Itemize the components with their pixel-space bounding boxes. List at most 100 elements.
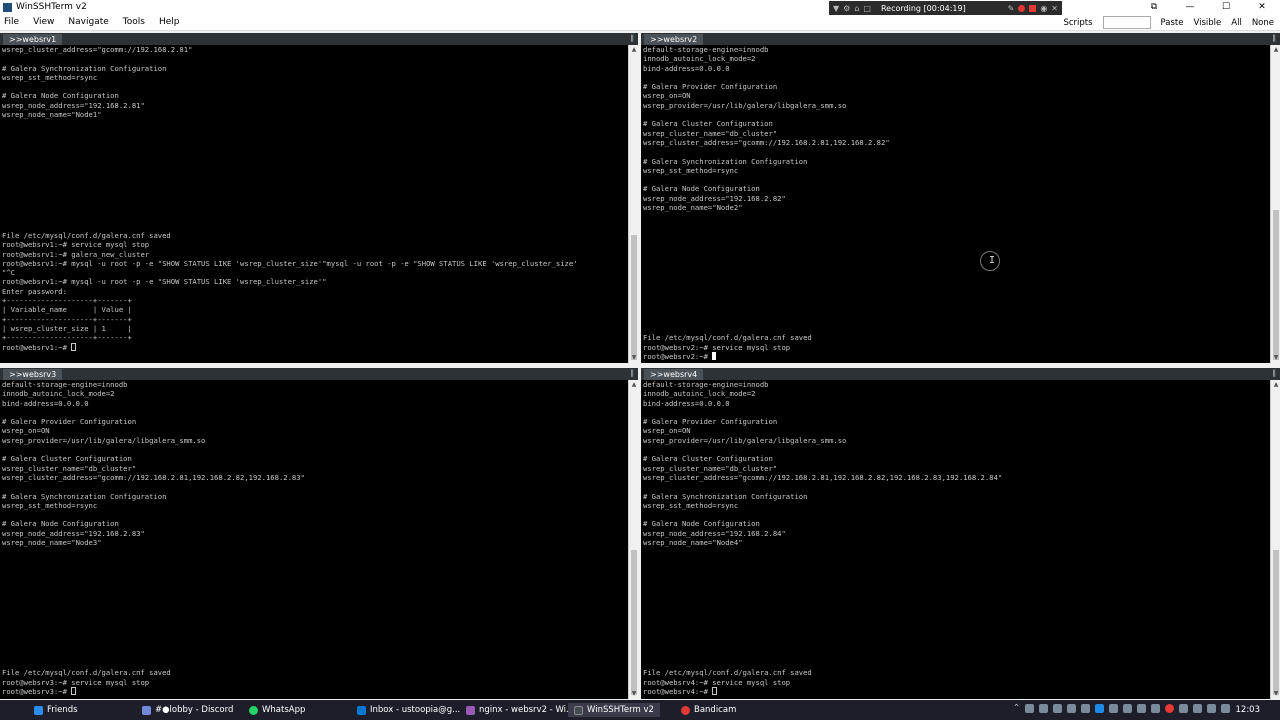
maximize-button[interactable]: ☐ xyxy=(1208,0,1244,15)
tray-cloud-icon[interactable] xyxy=(1025,703,1034,713)
text-cursor-icon: I xyxy=(989,255,996,266)
tray-chevron-icon[interactable]: ⌃ xyxy=(1013,703,1020,713)
tray-app-icon[interactable] xyxy=(1109,703,1118,713)
scrollbar-thumb[interactable] xyxy=(631,550,637,695)
menu-navigate[interactable]: Navigate xyxy=(68,17,108,27)
scroll-down-icon[interactable]: ▼ xyxy=(1271,689,1280,699)
recording-toolbar: ▼ ⚙ ⌂ □ Recording [00:04:19] ✎ ◉ ✕ xyxy=(829,1,1062,15)
terminal-line: wsrep_node_address="192.168.2.84" xyxy=(643,528,786,538)
scroll-down-icon[interactable]: ▼ xyxy=(1271,353,1280,363)
scrollbar[interactable]: ▲ ▼ xyxy=(628,45,638,363)
browser-icon xyxy=(466,705,475,715)
terminal-line: wsrep_provider=/usr/lib/galera/libgalera… xyxy=(643,100,847,110)
tray-bluetooth-icon[interactable] xyxy=(1095,703,1104,713)
scrollbar-thumb[interactable] xyxy=(631,235,637,360)
shell-prompt: root@websrv3:~# xyxy=(2,686,72,696)
tab-websrv1[interactable]: >>websrv1 xyxy=(3,34,63,45)
title-bar: WinSSHTerm v2 ⧉ — ☐ ✕ xyxy=(0,0,1280,15)
terminal-pane-websrv2: >>websrv2 ‖ default-storage-engine=innod… xyxy=(641,33,1280,363)
clock[interactable]: 12:03 xyxy=(1236,705,1261,715)
dropdown-icon[interactable]: ▼ xyxy=(833,4,839,13)
tab-websrv4[interactable]: >>websrv4 xyxy=(644,369,704,380)
terminal-line: "^C xyxy=(2,268,15,278)
terminal-output[interactable]: default-storage-engine=innodb innodb_aut… xyxy=(641,45,1270,363)
close-button[interactable]: ✕ xyxy=(1244,0,1280,15)
tray-app-icon[interactable] xyxy=(1053,703,1062,713)
tray-network-icon[interactable] xyxy=(1039,703,1048,713)
tray-record-icon[interactable] xyxy=(1165,703,1174,713)
pin-icon[interactable]: ‖ xyxy=(1273,34,1277,42)
terminal-line: root@websrv1:~# mysql -u root -p -e "SHO… xyxy=(2,277,327,287)
terminal-line: File /etc/mysql/conf.d/galera.cnf saved xyxy=(643,333,812,343)
menu-file[interactable]: File xyxy=(4,17,19,27)
scroll-down-icon[interactable]: ▼ xyxy=(629,353,638,363)
tray-speaker-icon[interactable] xyxy=(1207,703,1216,713)
terminal-text: default-storage-engine=innodb innodb_aut… xyxy=(641,45,1270,361)
terminal-output[interactable]: wsrep_cluster_address="gcomm://192.168.2… xyxy=(0,45,628,363)
scroll-up-icon[interactable]: ▲ xyxy=(1271,380,1280,390)
terminal-line: wsrep_node_name="Node4" xyxy=(643,538,743,548)
terminal-line: bind-address=0.0.0.0 xyxy=(643,398,730,408)
taskbar-item-outlook[interactable]: Inbox - ustoopia@g... xyxy=(357,703,460,717)
tray-app-icon[interactable] xyxy=(1193,703,1202,713)
tray-app-icon[interactable] xyxy=(1137,703,1146,713)
menu-view[interactable]: View xyxy=(33,17,54,27)
terminal-line: wsrep_cluster_address="gcomm://192.168.2… xyxy=(643,137,890,147)
scroll-down-icon[interactable]: ▼ xyxy=(629,689,638,699)
stop-icon[interactable] xyxy=(1029,4,1037,12)
scripts-input[interactable] xyxy=(1102,16,1151,29)
camera-icon[interactable]: ◉ xyxy=(1040,4,1047,13)
terminal-line: File /etc/mysql/conf.d/galera.cnf saved xyxy=(2,668,171,678)
taskbar-item-whatsapp[interactable]: WhatsApp xyxy=(249,703,305,717)
tab-websrv2[interactable]: >>websrv2 xyxy=(644,34,704,45)
pin-icon[interactable]: ‖ xyxy=(631,34,635,42)
tab-websrv3[interactable]: >>websrv3 xyxy=(3,369,63,380)
scrollbar-thumb[interactable] xyxy=(1273,210,1279,360)
tray-app-icon[interactable] xyxy=(1151,703,1160,713)
mouse-cursor-highlight: I xyxy=(980,251,1000,271)
terminal-line: +--------------------+-------+ xyxy=(2,314,132,324)
shell-prompt: root@websrv2:~# xyxy=(643,351,713,361)
taskbar-item-browser[interactable]: nginx - websrv2 - Wi... xyxy=(466,703,574,717)
settings-icon[interactable]: ⚙ xyxy=(843,4,850,13)
scroll-up-icon[interactable]: ▲ xyxy=(1271,45,1280,55)
terminal-pane-websrv1: >>websrv1 ‖ wsrep_cluster_address="gcomm… xyxy=(0,33,638,363)
visible-button[interactable]: Visible xyxy=(1193,18,1221,28)
menu-help[interactable]: Help xyxy=(159,17,180,27)
none-button[interactable]: None xyxy=(1252,18,1274,28)
minimize-button[interactable]: — xyxy=(1172,0,1208,15)
tray-app-icon[interactable] xyxy=(1179,703,1188,713)
all-button[interactable]: All xyxy=(1231,18,1242,28)
terminal-line: wsrep_provider=/usr/lib/galera/libgalera… xyxy=(643,435,847,445)
text-cursor xyxy=(71,342,77,351)
scrollbar[interactable]: ▲ ▼ xyxy=(1270,380,1280,699)
recorder-close-icon[interactable]: ✕ xyxy=(1051,4,1058,13)
restore-icon[interactable]: ⧉ xyxy=(1136,0,1172,15)
scroll-up-icon[interactable]: ▲ xyxy=(629,45,638,55)
scroll-up-icon[interactable]: ▲ xyxy=(629,380,638,390)
pin-icon[interactable]: ‖ xyxy=(1273,369,1277,377)
pin-icon[interactable]: ‖ xyxy=(631,369,635,377)
scrollbar[interactable]: ▲ ▼ xyxy=(1270,45,1280,363)
home-icon[interactable]: ⌂ xyxy=(854,4,859,13)
terminal-output[interactable]: default-storage-engine=innodb innodb_aut… xyxy=(641,380,1270,699)
terminal-output[interactable]: default-storage-engine=innodb innodb_aut… xyxy=(0,380,628,699)
taskbar-item-friends[interactable]: Friends xyxy=(34,703,78,717)
terminal-line: # Galera Provider Configuration xyxy=(643,82,778,92)
scrollbar[interactable]: ▲ ▼ xyxy=(628,380,638,699)
tray-app-icon[interactable] xyxy=(1067,703,1076,713)
record-icon[interactable] xyxy=(1018,4,1026,12)
capture-area-icon[interactable]: □ xyxy=(863,4,871,13)
taskbar-item-bandicam[interactable]: Bandicam xyxy=(681,703,736,717)
text-cursor xyxy=(712,351,717,360)
pencil-icon[interactable]: ✎ xyxy=(1008,4,1015,13)
menu-tools[interactable]: Tools xyxy=(123,17,145,27)
taskbar-item-discord[interactable]: #●lobby - Discord xyxy=(142,703,233,717)
tray-app-icon[interactable] xyxy=(1123,703,1132,713)
scripts-label: Scripts xyxy=(1063,17,1093,28)
paste-button[interactable]: Paste xyxy=(1161,18,1184,28)
tray-app-icon[interactable] xyxy=(1081,703,1090,713)
scrollbar-thumb[interactable] xyxy=(1273,550,1279,695)
tray-display-icon[interactable] xyxy=(1221,703,1230,713)
taskbar-item-winsshterm[interactable]: WinSSHTerm v2 xyxy=(568,703,660,717)
